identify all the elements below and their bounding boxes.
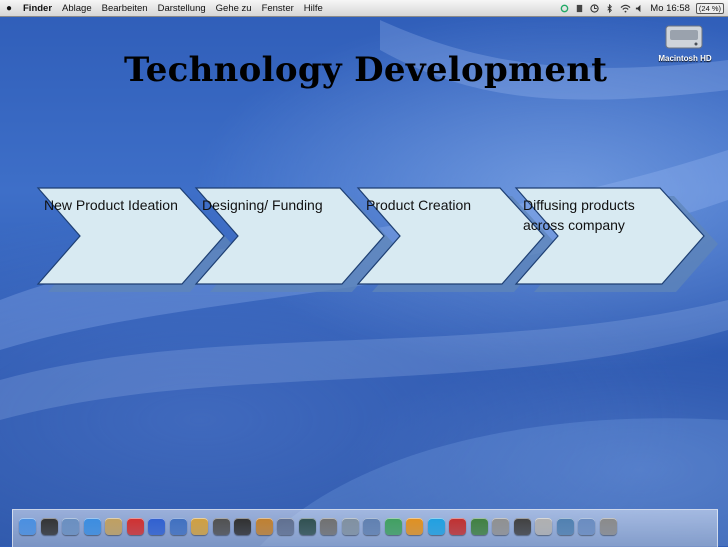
dock-item[interactable] — [362, 512, 382, 540]
dock-item[interactable] — [61, 512, 81, 540]
dock-item[interactable] — [470, 512, 490, 540]
imovie-icon[interactable] — [212, 517, 230, 535]
dock-item[interactable] — [18, 512, 38, 540]
step-3-label: Product Creation — [366, 197, 472, 213]
dock-icons — [18, 512, 618, 544]
dock-item[interactable] — [384, 512, 404, 540]
step-2-label: Designing/ Funding — [202, 197, 323, 213]
ichat-icon[interactable] — [148, 517, 166, 535]
dashboard-icon[interactable] — [40, 517, 58, 535]
dock-item[interactable] — [233, 512, 253, 540]
dock-item[interactable] — [448, 512, 468, 540]
process-diagram — [36, 187, 718, 292]
dock-item[interactable] — [212, 512, 232, 540]
step-4-label: Diffusing products across company — [523, 197, 635, 233]
tv-icon[interactable] — [406, 517, 424, 535]
dock-item[interactable] — [319, 512, 339, 540]
dock-item[interactable] — [190, 512, 210, 540]
script-icon[interactable] — [363, 517, 381, 535]
quicktime-icon[interactable] — [556, 517, 574, 535]
itunes-icon[interactable] — [169, 517, 187, 535]
dock-item[interactable] — [147, 512, 167, 540]
iphoto-icon[interactable] — [191, 517, 209, 535]
dock-item[interactable] — [126, 512, 146, 540]
scissors-icon[interactable] — [492, 517, 510, 535]
dock-item[interactable] — [491, 512, 511, 540]
safari-icon[interactable] — [83, 517, 101, 535]
dock-item[interactable] — [169, 512, 189, 540]
dock-item[interactable] — [341, 512, 361, 540]
dock-item[interactable] — [577, 512, 597, 540]
finder-icon[interactable] — [19, 517, 37, 535]
preferences-icon[interactable] — [320, 517, 338, 535]
timemachine-icon[interactable] — [298, 517, 316, 535]
dock-item[interactable] — [405, 512, 425, 540]
garageband-icon[interactable] — [255, 517, 273, 535]
skype-icon[interactable] — [427, 517, 445, 535]
lamp-icon[interactable] — [535, 517, 553, 535]
dock-item[interactable] — [599, 512, 619, 540]
spaces-icon[interactable] — [277, 517, 295, 535]
target-icon[interactable] — [449, 517, 467, 535]
trash-icon[interactable] — [599, 517, 617, 535]
chart-icon[interactable] — [384, 517, 402, 535]
idvd-icon[interactable] — [234, 517, 252, 535]
dock-item[interactable] — [276, 512, 296, 540]
dock-item[interactable] — [104, 512, 124, 540]
dock-item[interactable] — [556, 512, 576, 540]
step-1-label: New Product Ideation — [44, 197, 178, 213]
calendar-icon[interactable] — [126, 517, 144, 535]
dock-item[interactable] — [298, 512, 318, 540]
utility-icon[interactable] — [341, 517, 359, 535]
dock-item[interactable] — [534, 512, 554, 540]
network-icon[interactable] — [62, 517, 80, 535]
mail-icon[interactable] — [105, 517, 123, 535]
plant-icon[interactable] — [470, 517, 488, 535]
agent-icon[interactable] — [513, 517, 531, 535]
dock-item[interactable] — [427, 512, 447, 540]
dock-item[interactable] — [255, 512, 275, 540]
dock-item[interactable] — [513, 512, 533, 540]
dock-item[interactable] — [83, 512, 103, 540]
downloads-icon[interactable] — [578, 517, 596, 535]
dock-item[interactable] — [40, 512, 60, 540]
